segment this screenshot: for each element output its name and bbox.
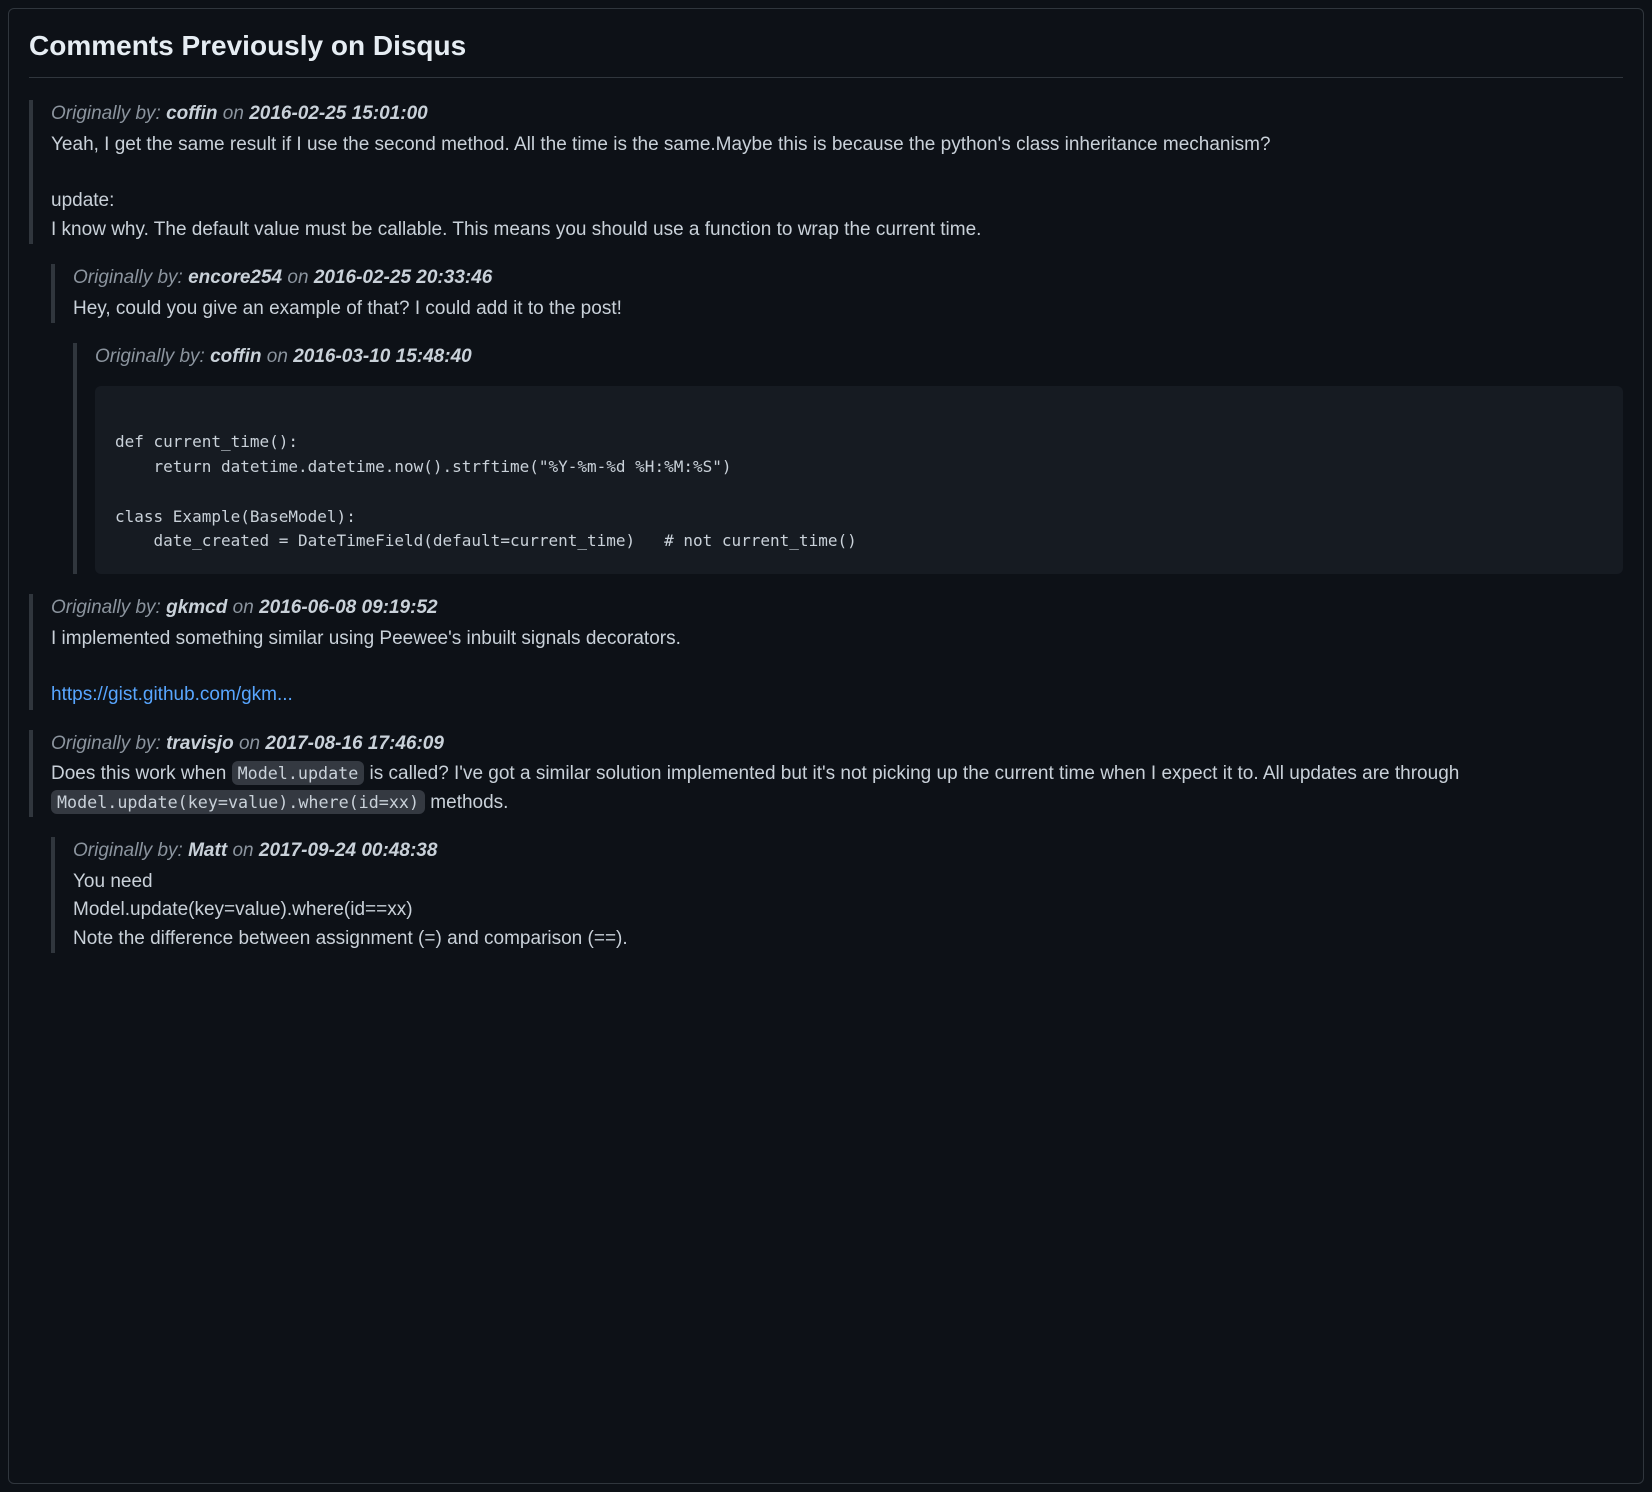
comment-paragraph: You needModel.update(key=value).where(id…	[73, 868, 1623, 954]
on-label: on	[267, 346, 288, 367]
comment-date: 2017-09-24 00:48:38	[259, 840, 438, 861]
comment-date: 2016-02-25 20:33:46	[314, 267, 493, 288]
comment-paragraph: update:I know why. The default value mus…	[51, 187, 1623, 244]
comment-date: 2016-03-10 15:48:40	[293, 346, 472, 367]
comment-body: You needModel.update(key=value).where(id…	[73, 868, 1623, 954]
comment-paragraph: I implemented something similar using Pe…	[51, 625, 1623, 654]
comment-meta: Originally by: gkmcd on 2016-06-08 09:19…	[51, 594, 1623, 623]
originally-by-label: Originally by:	[73, 267, 183, 288]
comments-list: Originally by: coffin on 2016-02-25 15:0…	[29, 100, 1623, 953]
comment-author: Matt	[188, 840, 227, 861]
comment-body: Yeah, I get the same result if I use the…	[51, 131, 1623, 245]
comment-body: def current_time(): return datetime.date…	[95, 386, 1623, 575]
inline-code: Model.update	[232, 761, 365, 785]
code-block: def current_time(): return datetime.date…	[95, 386, 1623, 575]
text-run: Does this work when	[51, 763, 232, 784]
comment-paragraph: Does this work when Model.update is call…	[51, 760, 1623, 817]
comment-paragraph: Yeah, I get the same result if I use the…	[51, 131, 1623, 160]
comment-body: Does this work when Model.update is call…	[51, 760, 1623, 817]
comment: Originally by: gkmcd on 2016-06-08 09:19…	[29, 594, 1623, 710]
originally-by-label: Originally by:	[51, 103, 161, 124]
comments-container: Comments Previously on Disqus Originally…	[8, 8, 1644, 1484]
on-label: on	[287, 267, 308, 288]
text-run: methods.	[425, 792, 508, 813]
originally-by-label: Originally by:	[73, 840, 183, 861]
text-run: is called? I've got a similar solution i…	[364, 763, 1459, 784]
comment-author: coffin	[166, 103, 217, 124]
comment-body: Hey, could you give an example of that? …	[73, 295, 1623, 324]
comment-body: I implemented something similar using Pe…	[51, 625, 1623, 710]
on-label: on	[239, 733, 260, 754]
originally-by-label: Originally by:	[95, 346, 205, 367]
comment-author: encore254	[188, 267, 282, 288]
comment: Originally by: Matt on 2017-09-24 00:48:…	[51, 837, 1623, 953]
comment-meta: Originally by: Matt on 2017-09-24 00:48:…	[73, 837, 1623, 866]
comment-author: coffin	[210, 346, 261, 367]
comment-meta: Originally by: coffin on 2016-03-10 15:4…	[95, 343, 1623, 372]
on-label: on	[232, 840, 253, 861]
section-title: Comments Previously on Disqus	[29, 25, 1623, 78]
comment: Originally by: encore254 on 2016-02-25 2…	[51, 264, 1623, 323]
comment-link[interactable]: https://gist.github.com/gkm...	[51, 684, 293, 705]
comment-meta: Originally by: encore254 on 2016-02-25 2…	[73, 264, 1623, 293]
comment-date: 2016-06-08 09:19:52	[259, 597, 438, 618]
comment-author: gkmcd	[166, 597, 227, 618]
on-label: on	[223, 103, 244, 124]
comment: Originally by: travisjo on 2017-08-16 17…	[29, 730, 1623, 818]
comment-meta: Originally by: coffin on 2016-02-25 15:0…	[51, 100, 1623, 129]
comment-meta: Originally by: travisjo on 2017-08-16 17…	[51, 730, 1623, 759]
comment: Originally by: coffin on 2016-03-10 15:4…	[73, 343, 1623, 574]
originally-by-label: Originally by:	[51, 733, 161, 754]
comment-date: 2016-02-25 15:01:00	[249, 103, 428, 124]
originally-by-label: Originally by:	[51, 597, 161, 618]
comment-paragraph: Hey, could you give an example of that? …	[73, 295, 1623, 324]
comment: Originally by: coffin on 2016-02-25 15:0…	[29, 100, 1623, 244]
on-label: on	[233, 597, 254, 618]
comment-author: travisjo	[166, 733, 234, 754]
inline-code: Model.update(key=value).where(id=xx)	[51, 790, 425, 814]
comment-date: 2017-08-16 17:46:09	[265, 733, 444, 754]
